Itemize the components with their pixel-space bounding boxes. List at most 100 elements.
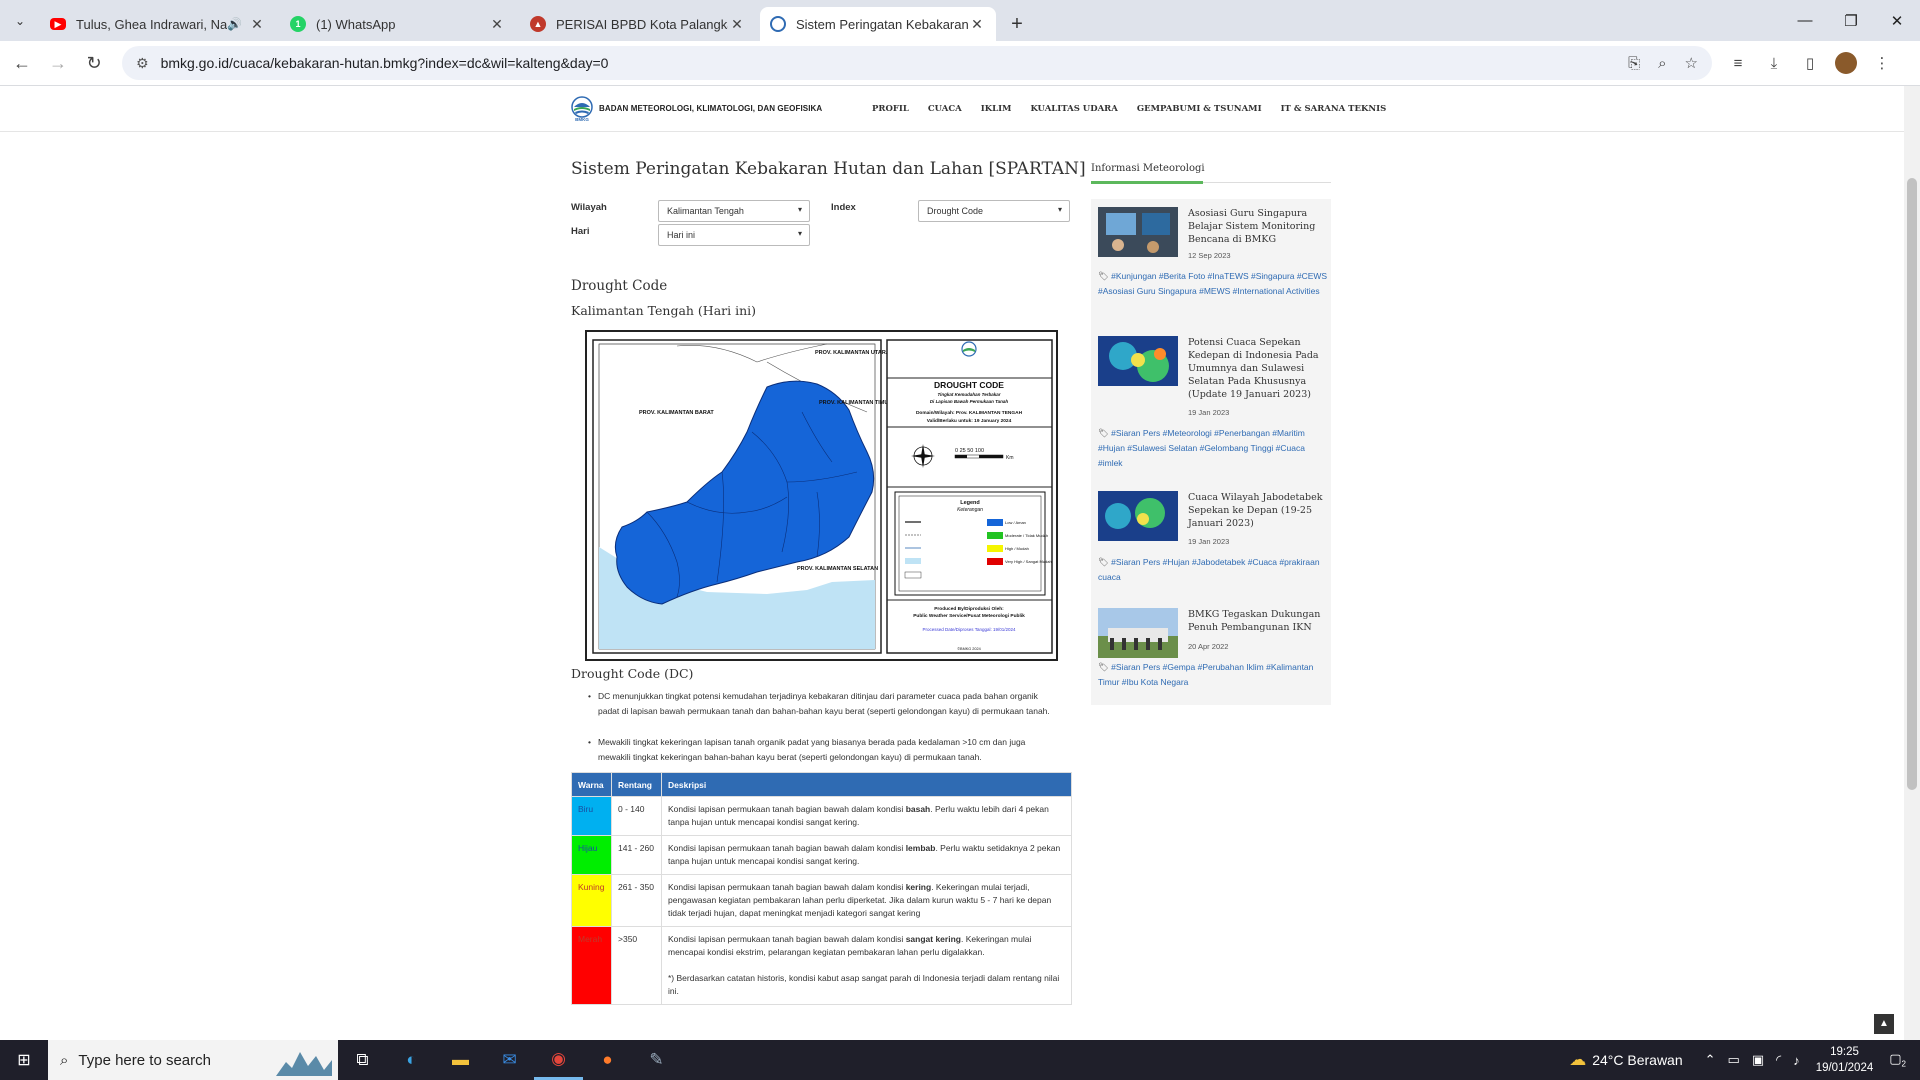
site-info-icon[interactable]: ⚙: [136, 55, 149, 72]
new-tab-button[interactable]: +: [1000, 7, 1034, 41]
legend-title: Legend: [960, 500, 980, 506]
news-title[interactable]: Potensi Cuaca Sepekan Kedepan di Indones…: [1188, 336, 1323, 401]
news-tags-text[interactable]: #Siaran Pers #Meteorologi #Penerbangan #…: [1098, 428, 1305, 468]
download-icon[interactable]: ⤓: [1756, 55, 1792, 72]
tab-perisai[interactable]: ▲ PERISAI BPBD Kota Palangka Ra ✕: [520, 7, 756, 41]
menu-iklim[interactable]: IKLIM: [981, 104, 1012, 114]
tab-youtube[interactable]: ▶ Tulus, Ghea Indrawari, Nadi 🔊 ✕: [40, 7, 276, 41]
url-text[interactable]: bmkg.go.id/cuaca/kebakaran-hutan.bmkg?in…: [161, 55, 1611, 71]
menu-gempabumi[interactable]: GEMPABUMI & TSUNAMI: [1137, 104, 1262, 114]
table-row: Hijau 141 - 260 Kondisi lapisan permukaa…: [571, 835, 1072, 875]
page-scrollbar[interactable]: [1904, 86, 1920, 1040]
news-item[interactable]: Cuaca Wilayah Jabodetabek Sepekan ke Dep…: [1098, 491, 1328, 591]
chrome-icon[interactable]: ◉: [534, 1040, 583, 1080]
meet-now-icon[interactable]: ▭: [1728, 1052, 1740, 1068]
youtube-icon: ▶: [50, 18, 66, 30]
side-panel-icon[interactable]: ▯: [1792, 54, 1828, 72]
edge-icon[interactable]: ◐: [387, 1040, 436, 1080]
notification-icon[interactable]: ▢2: [1889, 1051, 1906, 1069]
profile-avatar[interactable]: [1835, 52, 1857, 74]
network-icon[interactable]: ◜: [1776, 1052, 1781, 1068]
close-tab-icon[interactable]: ✕: [488, 16, 506, 33]
menu-it-sarana[interactable]: IT & SARANA TEKNIS: [1281, 104, 1387, 114]
news-thumbnail[interactable]: [1098, 336, 1178, 386]
col-rentang: Rentang: [611, 772, 662, 797]
weather-text[interactable]: 24°C Berawan: [1592, 1052, 1682, 1068]
bmkg-logo-icon[interactable]: BMKG: [571, 96, 593, 122]
news-tags-text[interactable]: #Siaran Pers #Gempa #Perubahan Iklim #Ka…: [1098, 662, 1313, 687]
scrollbar-thumb[interactable]: [1907, 178, 1917, 790]
news-tags[interactable]: 🏷 #Siaran Pers #Hujan #Jabodetabek #Cuac…: [1098, 555, 1328, 585]
news-tags[interactable]: 🏷 #Siaran Pers #Meteorologi #Penerbangan…: [1098, 426, 1328, 471]
file-explorer-icon[interactable]: ▬: [436, 1040, 485, 1080]
news-thumbnail[interactable]: [1098, 491, 1178, 541]
chevron-up-icon[interactable]: ⌃: [1705, 1052, 1716, 1068]
windows-taskbar: ⊞ ⌕ Type here to search ⧉ ◐ ▬ ✉ ◉ ● ✎ ☁ …: [0, 1040, 1920, 1080]
zoom-icon[interactable]: ⌕: [1658, 55, 1666, 72]
map-domain: Domain/Wilayah: Prov. KALIMANTAN TENGAH: [916, 410, 1023, 416]
hari-select[interactable]: Hari ini ▾: [658, 224, 810, 246]
table-row: Biru 0 - 140 Kondisi lapisan permukaan t…: [571, 796, 1072, 836]
tab-whatsapp[interactable]: 1 (1) WhatsApp ✕: [280, 7, 516, 41]
close-window-icon[interactable]: ✕: [1874, 0, 1920, 41]
desc-keyword: kering: [905, 882, 932, 892]
menu-profil[interactable]: PROFIL: [872, 104, 909, 114]
tab-search-button[interactable]: ⌄: [0, 0, 40, 41]
volume-icon[interactable]: ♪: [1793, 1053, 1800, 1068]
news-item[interactable]: Potensi Cuaca Sepekan Kedepan di Indones…: [1098, 336, 1328, 476]
page-title: Sistem Peringatan Kebakaran Hutan dan La…: [571, 159, 1086, 179]
bullet-item: DC menunjukkan tingkat potensi kemudahan…: [588, 689, 1058, 719]
forward-icon[interactable]: →: [40, 53, 76, 74]
minimize-icon[interactable]: —: [1782, 0, 1828, 41]
news-item[interactable]: BMKG Tegaskan Dukungan Penuh Pembangunan…: [1098, 608, 1328, 698]
dc-title: Drought Code (DC): [571, 666, 694, 681]
perisai-icon: ▲: [530, 16, 546, 32]
close-tab-icon[interactable]: ✕: [968, 16, 986, 33]
task-view-icon[interactable]: ⧉: [338, 1040, 387, 1080]
news-thumbnail[interactable]: [1098, 608, 1178, 658]
address-bar[interactable]: ⚙ bmkg.go.id/cuaca/kebakaran-hutan.bmkg?…: [122, 46, 1712, 80]
news-tags-text[interactable]: #Kunjungan #Berita Foto #InaTEWS #Singap…: [1098, 271, 1327, 296]
label-kaltim: PROV. KALIMANTAN TIMUR: [819, 400, 892, 406]
index-select[interactable]: Drought Code ▾: [918, 200, 1070, 222]
map-processed-date: Processed Date/Diproses Tanggal: 19/01/2…: [923, 627, 1016, 632]
menu-kualitas-udara[interactable]: KUALITAS UDARA: [1030, 104, 1117, 114]
mail-icon[interactable]: ✉: [485, 1040, 534, 1080]
back-to-top-button[interactable]: ▲: [1874, 1014, 1894, 1034]
news-title[interactable]: BMKG Tegaskan Dukungan Penuh Pembangunan…: [1188, 608, 1323, 634]
tag-icon: 🏷: [1098, 662, 1112, 672]
restore-icon[interactable]: ❐: [1828, 0, 1874, 41]
news-title[interactable]: Cuaca Wilayah Jabodetabek Sepekan ke Dep…: [1188, 491, 1323, 530]
display-icon[interactable]: ▣: [1752, 1052, 1764, 1068]
bookmark-star-icon[interactable]: ☆: [1685, 54, 1698, 72]
chrome-menu-icon[interactable]: ⋮: [1864, 54, 1900, 72]
firefox-icon[interactable]: ●: [583, 1040, 632, 1080]
tab-sistem-peringatan[interactable]: Sistem Peringatan Kebakaran H ✕: [760, 7, 996, 41]
news-thumbnail[interactable]: [1098, 207, 1178, 257]
feather-app-icon[interactable]: ✎: [632, 1040, 681, 1080]
hari-label: Hari: [571, 226, 590, 237]
windows-start-icon[interactable]: ⊞: [0, 1050, 48, 1070]
sidebar-title: Informasi Meteorologi: [1091, 163, 1205, 174]
news-tags[interactable]: 🏷 #Siaran Pers #Gempa #Perubahan Iklim #…: [1098, 660, 1328, 690]
taskbar-clock[interactable]: 19:25 19/01/2024: [1816, 1044, 1874, 1076]
speaker-icon[interactable]: 🔊: [227, 17, 242, 31]
back-icon[interactable]: ←: [4, 53, 40, 74]
drought-code-map[interactable]: PROV. KALIMANTAN BARAT PROV. KALIMANTAN …: [585, 330, 1058, 661]
close-tab-icon[interactable]: ✕: [248, 16, 266, 33]
news-tags[interactable]: 🏷 #Kunjungan #Berita Foto #InaTEWS #Sing…: [1098, 269, 1328, 299]
menu-cuaca[interactable]: CUACA: [928, 104, 962, 114]
weather-icon[interactable]: ☁: [1569, 1050, 1586, 1070]
news-title[interactable]: Asosiasi Guru Singapura Belajar Sistem M…: [1188, 207, 1323, 246]
reload-icon[interactable]: ↻: [76, 53, 112, 74]
news-item[interactable]: Asosiasi Guru Singapura Belajar Sistem M…: [1098, 207, 1328, 327]
brand-name[interactable]: BADAN METEOROLOGI, KLIMATOLOGI, DAN GEOF…: [599, 104, 822, 113]
news-tags-text[interactable]: #Siaran Pers #Hujan #Jabodetabek #Cuaca …: [1098, 557, 1320, 582]
search-placeholder: Type here to search: [78, 1051, 211, 1069]
media-control-icon[interactable]: ≡: [1720, 55, 1756, 72]
close-tab-icon[interactable]: ✕: [728, 16, 746, 33]
wilayah-select[interactable]: Kalimantan Tengah ▾: [658, 200, 810, 222]
translate-icon[interactable]: ⎘: [1628, 55, 1640, 72]
taskbar-search[interactable]: ⌕ Type here to search: [48, 1040, 338, 1080]
whatsapp-icon: 1: [290, 16, 306, 32]
